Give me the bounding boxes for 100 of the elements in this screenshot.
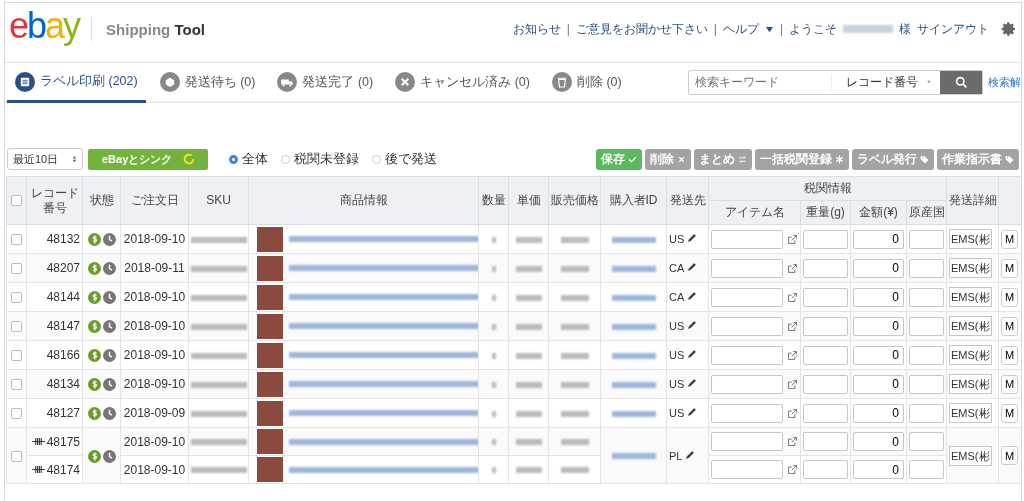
item-name-field[interactable] xyxy=(711,287,783,307)
filter-radio[interactable]: 全体 xyxy=(229,150,269,168)
row-action-button[interactable]: M xyxy=(1001,446,1019,465)
welcome-text: ようこそ xyxy=(789,20,837,38)
amount-field[interactable]: 0 xyxy=(853,258,904,278)
shipping-method-select[interactable]: EMS(彬 xyxy=(949,258,992,278)
origin-field[interactable] xyxy=(909,432,944,451)
amount-field[interactable]: 0 xyxy=(853,287,904,307)
row-checkbox[interactable] xyxy=(11,379,22,391)
origin-field[interactable] xyxy=(909,403,944,423)
destination-code: US xyxy=(669,233,685,245)
external-link-icon xyxy=(787,407,798,419)
row-checkbox[interactable] xyxy=(11,263,22,275)
origin-field[interactable] xyxy=(909,287,944,307)
row-checkbox[interactable] xyxy=(11,450,22,462)
weight-field[interactable] xyxy=(803,258,848,278)
row-checkbox[interactable] xyxy=(11,292,22,304)
help-dropdown[interactable]: ヘルプ xyxy=(722,20,759,38)
origin-field[interactable] xyxy=(909,258,944,278)
nav-link[interactable]: サインアウト xyxy=(917,20,989,38)
tab[interactable]: 発送完了 (0) xyxy=(269,64,382,102)
search-button[interactable] xyxy=(940,70,982,94)
amount-field[interactable]: 0 xyxy=(853,374,904,394)
period-select[interactable]: 最近10日 xyxy=(7,148,83,170)
origin-field[interactable] xyxy=(909,460,944,479)
photo-placeholder xyxy=(257,457,283,482)
amount-field[interactable]: 0 xyxy=(853,460,904,479)
column-header: 商品情報 xyxy=(248,176,479,225)
search-bar[interactable]: 検索キーワード レコード番号 xyxy=(688,69,983,95)
asterisk-icon xyxy=(835,154,844,164)
shipping-method-select[interactable]: EMS(彬 xyxy=(949,374,992,394)
weight-field[interactable] xyxy=(803,403,848,423)
row-action-button[interactable]: M xyxy=(1001,403,1019,423)
tab[interactable]: 発送待ち (0) xyxy=(151,64,264,102)
tab[interactable]: ラベル印刷 (202) xyxy=(7,63,146,103)
weight-field[interactable] xyxy=(803,460,848,479)
row-checkbox[interactable] xyxy=(11,321,22,333)
item-name-field[interactable] xyxy=(711,345,783,365)
origin-field[interactable] xyxy=(909,316,944,336)
weight-field[interactable] xyxy=(803,316,848,336)
filter-radio[interactable]: 後で発送 xyxy=(372,150,438,168)
item-name-field[interactable] xyxy=(711,403,783,423)
origin-field[interactable] xyxy=(909,229,944,249)
weight-field[interactable] xyxy=(803,287,848,307)
row-action-button[interactable]: M xyxy=(1001,345,1019,365)
amount-field[interactable]: 0 xyxy=(853,432,904,451)
origin-field[interactable] xyxy=(909,374,944,394)
amount-field[interactable]: 0 xyxy=(853,229,904,249)
shipping-method-select[interactable]: EMS(彬 xyxy=(949,287,992,307)
shipping-method-select[interactable]: EMS(彬 xyxy=(949,345,992,365)
blurred-text xyxy=(560,236,589,243)
row-checkbox[interactable] xyxy=(11,408,22,420)
row-action-button[interactable]: M xyxy=(1001,374,1019,394)
blurred-text xyxy=(560,265,589,272)
close-icon xyxy=(677,154,686,164)
clock-icon xyxy=(102,233,116,247)
merge-icon xyxy=(31,436,45,446)
field-select[interactable]: レコード番号 xyxy=(832,70,940,94)
order-date: 2018-09-10 xyxy=(123,377,186,391)
row-checkbox[interactable] xyxy=(11,350,22,362)
blurred-text xyxy=(611,381,656,388)
shipping-method-select[interactable]: EMS(彬 xyxy=(949,229,992,249)
row-checkbox[interactable] xyxy=(11,234,22,246)
tab[interactable]: キャンセル済み (0) xyxy=(387,64,538,102)
record-number: 48207 xyxy=(46,261,80,275)
destination-code: US xyxy=(669,349,685,361)
shipping-method-select[interactable]: EMS(彬 xyxy=(949,316,992,336)
clear-search-link[interactable]: 検索解 xyxy=(988,74,1021,90)
clock-icon xyxy=(102,349,116,363)
nav-link[interactable]: ご意見をお聞かせ下さい xyxy=(575,20,708,38)
photo-placeholder xyxy=(257,255,283,281)
item-name-field[interactable] xyxy=(711,374,783,394)
item-name-field[interactable] xyxy=(711,258,783,278)
weight-field[interactable] xyxy=(803,345,848,365)
amount-field[interactable]: 0 xyxy=(853,316,904,336)
external-link-icon xyxy=(787,320,798,332)
select-all-checkbox[interactable] xyxy=(11,195,22,207)
amount-field[interactable]: 0 xyxy=(853,345,904,365)
item-name-field[interactable] xyxy=(711,316,783,336)
blurred-text xyxy=(611,294,656,301)
item-name-field[interactable] xyxy=(711,229,783,249)
item-name-field[interactable] xyxy=(711,432,783,451)
row-action-button[interactable]: M xyxy=(1001,316,1019,336)
row-action-button[interactable]: M xyxy=(1001,229,1019,249)
blurred-text xyxy=(560,439,589,446)
item-name-field[interactable] xyxy=(711,460,783,479)
row-action-button[interactable]: M xyxy=(1001,287,1019,307)
amount-field[interactable]: 0 xyxy=(853,403,904,423)
weight-field[interactable] xyxy=(803,432,848,451)
row-action-button[interactable]: M xyxy=(1001,258,1019,278)
origin-field[interactable] xyxy=(909,345,944,365)
filter-radio[interactable]: 税関未登録 xyxy=(281,150,360,168)
shipping-method-select[interactable]: EMS(彬 xyxy=(949,445,992,466)
destination-code: CA xyxy=(669,262,685,274)
blurred-text xyxy=(191,265,247,272)
tab[interactable]: 削除 (0) xyxy=(543,64,630,102)
nav-link[interactable]: お知らせ xyxy=(512,20,561,38)
shipping-method-select[interactable]: EMS(彬 xyxy=(949,403,992,423)
weight-field[interactable] xyxy=(803,374,848,394)
weight-field[interactable] xyxy=(803,229,848,249)
